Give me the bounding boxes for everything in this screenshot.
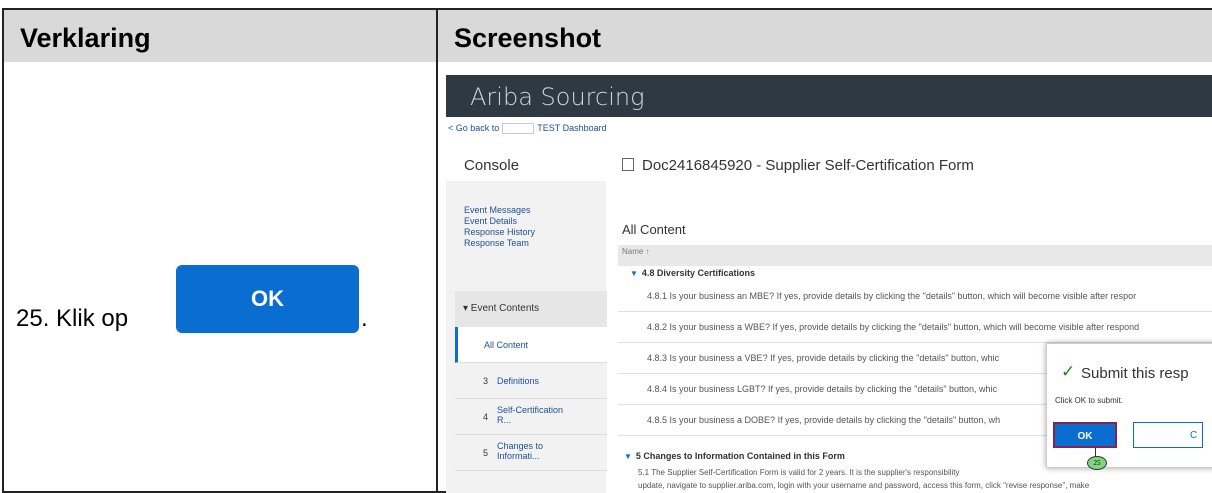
- sidebar-item-label: Changes to Informati...: [497, 441, 544, 461]
- sidebar-links: Event Messages Event Details Response Hi…: [464, 205, 535, 249]
- dialog-text: Click OK to submit.: [1055, 396, 1124, 405]
- back-link-suffix: TEST Dashboard: [537, 123, 607, 133]
- redacted-name: [502, 123, 535, 135]
- sidebar-item-label: Self-Certification R...: [497, 405, 564, 425]
- name-header-label: Name ↑: [622, 247, 650, 256]
- instruction-cell: 25. Klik op OK .: [2, 62, 438, 493]
- console-title: Console: [464, 157, 520, 174]
- sidebar-item-definitions[interactable]: 3 Definitions: [455, 363, 607, 399]
- instruction-suffix: .: [361, 305, 368, 332]
- sidebar-item-number: 4: [483, 412, 489, 422]
- back-link[interactable]: < Go back to TEST Dashboard: [448, 123, 607, 135]
- section-5-label: 5 Changes to Information Contained in th…: [635, 451, 845, 461]
- header-screenshot-label: Screenshot: [454, 23, 602, 53]
- sidebar-link-response-team[interactable]: Response Team: [464, 238, 535, 249]
- question-text: 4.8.4 Is your business LGBT? If yes, pro…: [647, 384, 998, 394]
- sidebar-item-all-content[interactable]: All Content: [455, 327, 607, 363]
- dialog-cancel-button[interactable]: C: [1133, 422, 1203, 448]
- question-text: 4.8.5 Is your business a DOBE? If yes, p…: [647, 415, 1001, 425]
- sidebar-item-number: 3: [483, 376, 489, 386]
- doc-title: Doc2416845920 - Supplier Self-Certificat…: [622, 157, 974, 174]
- app-topbar: Ariba Sourcing: [446, 75, 1212, 117]
- sidebar-item-changes[interactable]: 5 Changes to Informati...: [455, 435, 607, 471]
- section-4-8-row[interactable]: ▼ 4.8 Diversity Certifications: [630, 268, 1212, 278]
- para-5-1-cont: update, navigate to supplier.ariba.com, …: [638, 481, 1090, 490]
- question-row[interactable]: 4.8.1 Is your business an MBE? If yes, p…: [618, 281, 1212, 312]
- sidebar-item-label: Definitions: [497, 376, 540, 386]
- question-row[interactable]: 4.8.2 Is your business a WBE? If yes, pr…: [618, 312, 1212, 343]
- section-4-8-label: 4.8 Diversity Certifications: [641, 268, 755, 278]
- name-column-header[interactable]: Name ↑: [618, 245, 1212, 266]
- app-brand: Ariba Sourcing: [470, 83, 645, 111]
- sidebar-item-number: 5: [483, 448, 489, 458]
- document-icon: [622, 158, 634, 171]
- event-contents-toggle[interactable]: ▾ Event Contents: [455, 291, 607, 327]
- sidebar-link-event-details[interactable]: Event Details: [464, 216, 535, 227]
- expand-triangle-icon: ▼: [630, 269, 638, 278]
- step-callout-badge: 25: [1087, 456, 1107, 470]
- header-verklaring: Verklaring: [2, 8, 438, 64]
- submit-dialog: ✓ Submit this resp Click OK to submit. O…: [1046, 343, 1212, 470]
- expand-triangle-icon: ▼: [624, 452, 632, 461]
- back-link-prefix: < Go back to: [448, 123, 500, 133]
- question-text: 4.8.2 Is your business a WBE? If yes, pr…: [647, 322, 1140, 332]
- dialog-ok-button[interactable]: OK: [1053, 422, 1117, 448]
- para-5-1: 5.1 The Supplier Self-Certification Form…: [638, 468, 960, 477]
- ok-button-illustration: OK: [176, 265, 359, 333]
- dialog-title: Submit this resp: [1081, 365, 1189, 382]
- doc-title-text: Doc2416845920 - Supplier Self-Certificat…: [642, 157, 974, 174]
- header-screenshot: Screenshot: [436, 8, 1212, 64]
- sidebar-item-label: All Content: [484, 340, 529, 350]
- question-text: 4.8.1 Is your business an MBE? If yes, p…: [647, 291, 1137, 301]
- checkmark-icon: ✓: [1061, 362, 1076, 381]
- sidebar-link-response-history[interactable]: Response History: [464, 227, 535, 238]
- question-text: 4.8.3 Is your business a VBE? If yes, pr…: [647, 353, 1000, 363]
- header-verklaring-label: Verklaring: [20, 23, 151, 53]
- instruction-text: 25. Klik op: [16, 305, 129, 332]
- sidebar-link-event-messages[interactable]: Event Messages: [464, 205, 535, 216]
- content-title: All Content: [622, 222, 686, 237]
- embedded-screenshot: Ariba Sourcing < Go back to TEST Dashboar…: [446, 75, 1212, 493]
- sidebar-item-self-certification[interactable]: 4 Self-Certification R...: [455, 399, 607, 435]
